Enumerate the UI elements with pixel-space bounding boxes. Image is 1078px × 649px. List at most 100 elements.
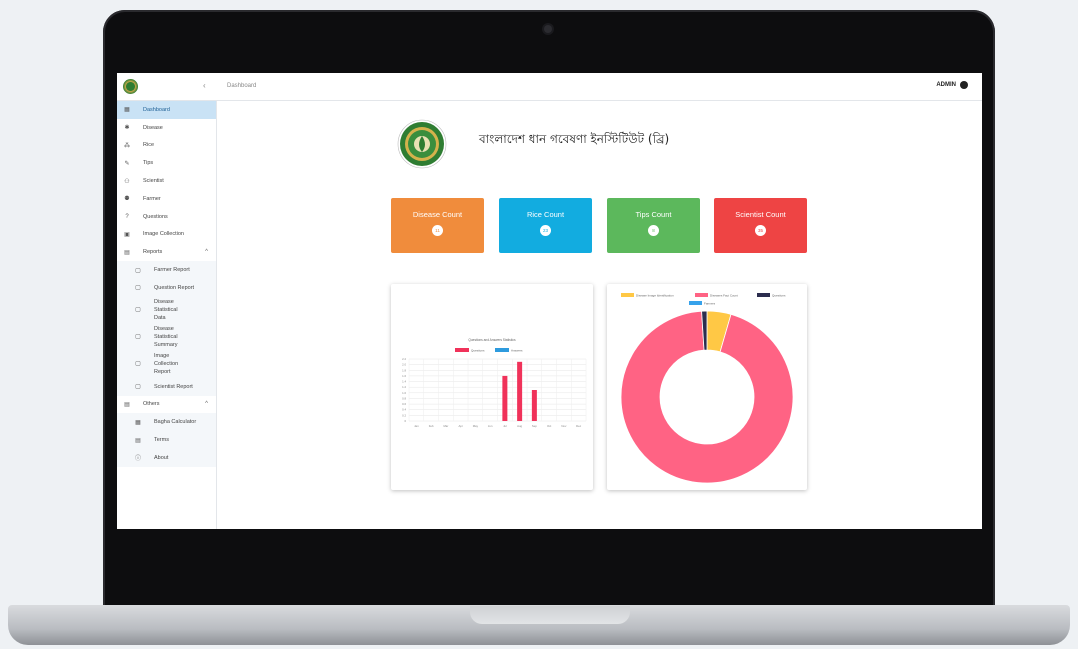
chevron-up-icon: ^	[205, 401, 208, 408]
sidebar-subitem-question-report[interactable]: ▢ Question Report	[117, 278, 216, 297]
sidebar-item-label: Dashboard	[143, 106, 170, 113]
disease-count-card[interactable]: Disease Count 11	[391, 198, 484, 253]
rice-icon: ⁂	[124, 142, 130, 149]
document-icon: ▢	[135, 334, 141, 341]
sidebar-item-label: Terms	[154, 437, 169, 444]
sidebar-item-tips[interactable]: ✎ Tips	[117, 154, 216, 172]
document-icon: ▢	[135, 267, 141, 274]
brri-logo-icon[interactable]	[123, 79, 138, 94]
sidebar-item-others[interactable]: ▤ Others ^	[117, 396, 216, 414]
sidebar-item-image-collection[interactable]: ▣ Image Collection	[117, 226, 216, 244]
report-icon: ▤	[124, 249, 130, 256]
sidebar-item-label: Disease Statistical Data	[154, 299, 178, 322]
card-value: 35	[755, 225, 766, 236]
bar	[502, 375, 508, 421]
calculator-icon: ▦	[135, 419, 141, 426]
sidebar-item-label: Scientist	[143, 178, 164, 185]
others-icon: ▤	[124, 401, 130, 408]
sidebar-subitem-farmer-report[interactable]: ▢ Farmer Report	[117, 261, 216, 279]
x-tick-label: Jun	[488, 424, 493, 428]
y-tick-label: 2.0	[402, 363, 406, 367]
sidebar-item-label: Image Collection Report	[154, 353, 179, 376]
sidebar-item-label: Farmer	[143, 195, 161, 202]
y-tick-label: 0.8	[402, 396, 406, 400]
bar	[517, 361, 523, 421]
x-tick-label: Jan	[414, 424, 419, 428]
sidebar-subitem-terms[interactable]: ▤ Terms	[117, 431, 216, 449]
legend-label: Farmers	[704, 301, 716, 305]
sidebar-item-label: About	[154, 454, 169, 461]
sidebar-subitem-scientist-report[interactable]: ▢ Scientist Report	[117, 377, 216, 396]
document-icon: ▢	[135, 307, 141, 314]
sidebar-item-label: Disease Statistical Summary	[154, 326, 178, 349]
legend-swatch	[621, 293, 634, 297]
sidebar-item-label: Tips	[143, 160, 154, 167]
x-tick-label: Nov	[561, 424, 567, 428]
user-icon	[960, 81, 968, 89]
y-tick-label: 0.6	[402, 402, 406, 406]
document-icon: ▢	[135, 384, 141, 391]
sidebar-item-dashboard[interactable]: ▦ Dashboard	[117, 101, 216, 119]
laptop-notch	[470, 606, 630, 624]
x-tick-label: Jul	[503, 424, 507, 428]
sidebar-item-label: Scientist Report	[154, 383, 193, 390]
app-screen: ‹ Dashboard ADMIN ▦ Dashboard ✱ Disease ⁂ R…	[117, 73, 982, 529]
x-tick-label: Mar	[443, 424, 448, 428]
bar	[531, 390, 537, 421]
legend-label: Diseases Fact Count	[710, 293, 738, 297]
brri-seal-logo	[397, 119, 447, 169]
y-tick-label: 0.2	[402, 413, 406, 417]
legend-label: Questions	[772, 293, 786, 297]
top-bar: ‹ Dashboard ADMIN	[117, 73, 982, 101]
scientist-icon: ⚇	[124, 178, 130, 185]
sidebar-item-reports[interactable]: ▤ Reports ^	[117, 243, 216, 261]
document-icon: ▢	[135, 361, 141, 368]
x-tick-label: Feb	[429, 424, 434, 428]
tips-count-card[interactable]: Tips Count 8	[607, 198, 700, 253]
rice-count-card[interactable]: Rice Count 23	[499, 198, 592, 253]
x-tick-label: May	[473, 424, 479, 428]
sidebar-item-label: Question Report	[154, 284, 195, 291]
image-icon: ▣	[124, 231, 130, 238]
legend-swatch	[695, 293, 708, 297]
sidebar-item-label: Farmer Report	[154, 267, 190, 274]
sidebar-item-label: Image Collection	[143, 231, 184, 238]
sidebar-item-farmer[interactable]: ⚉ Farmer	[117, 190, 216, 208]
x-tick-label: Sep	[532, 424, 537, 428]
sidebar-item-label: Bagha Calculator	[154, 419, 197, 426]
webcam-icon	[544, 25, 552, 33]
questions-answers-bar-chart: Questions and Answers Statistics Question…	[402, 338, 587, 428]
info-icon: ⓘ	[134, 456, 141, 463]
user-menu[interactable]: ADMIN	[936, 81, 968, 89]
dashboard-icon: ▦	[124, 107, 130, 114]
sidebar: ▦ Dashboard ✱ Disease ⁂ Rice ✎ Tips ⚇ Scienti…	[117, 101, 217, 529]
chevron-up-icon: ^	[205, 249, 208, 256]
legend-label: Answers	[511, 348, 523, 352]
sidebar-item-scientist[interactable]: ⚇ Scientist	[117, 172, 216, 190]
sidebar-subitem-bagha-calculator[interactable]: ▦ Bagha Calculator	[117, 413, 216, 432]
sidebar-item-label: Others	[143, 401, 160, 408]
card-value: 11	[432, 225, 443, 236]
sidebar-subitem-about[interactable]: ⓘ About	[117, 448, 216, 467]
statistics-doughnut-chart: Disease Image Identification Diseases Fac…	[620, 293, 794, 484]
legend-swatch	[495, 348, 509, 352]
legend-swatch	[757, 293, 770, 297]
sidebar-item-questions[interactable]: ? Questions	[117, 208, 216, 226]
legend-swatch	[455, 348, 469, 352]
y-tick-label: 1.8	[402, 368, 406, 372]
legend-swatch	[689, 301, 702, 305]
sidebar-item-label: Disease	[143, 124, 163, 131]
sidebar-subitem-disease-statistical-data[interactable]: ▢ Disease Statistical Data	[117, 296, 216, 324]
scientist-count-card[interactable]: Scientist Count 35	[714, 198, 807, 253]
question-icon: ?	[125, 213, 129, 220]
y-tick-label: 1.2	[402, 385, 406, 389]
legend-label: Disease Image Identification	[636, 293, 674, 297]
tips-icon: ✎	[124, 160, 130, 167]
collapse-sidebar-icon[interactable]: ‹	[203, 81, 206, 90]
y-tick-label: 2.2	[402, 357, 406, 361]
sidebar-item-disease[interactable]: ✱ Disease	[117, 119, 216, 137]
sidebar-subitem-image-collection-report[interactable]: ▢ Image Collection Report	[117, 350, 216, 378]
y-tick-label: 0	[404, 419, 406, 423]
sidebar-subitem-disease-statistical-summary[interactable]: ▢ Disease Statistical Summary	[117, 323, 216, 351]
sidebar-item-rice[interactable]: ⁂ Rice	[117, 137, 216, 155]
